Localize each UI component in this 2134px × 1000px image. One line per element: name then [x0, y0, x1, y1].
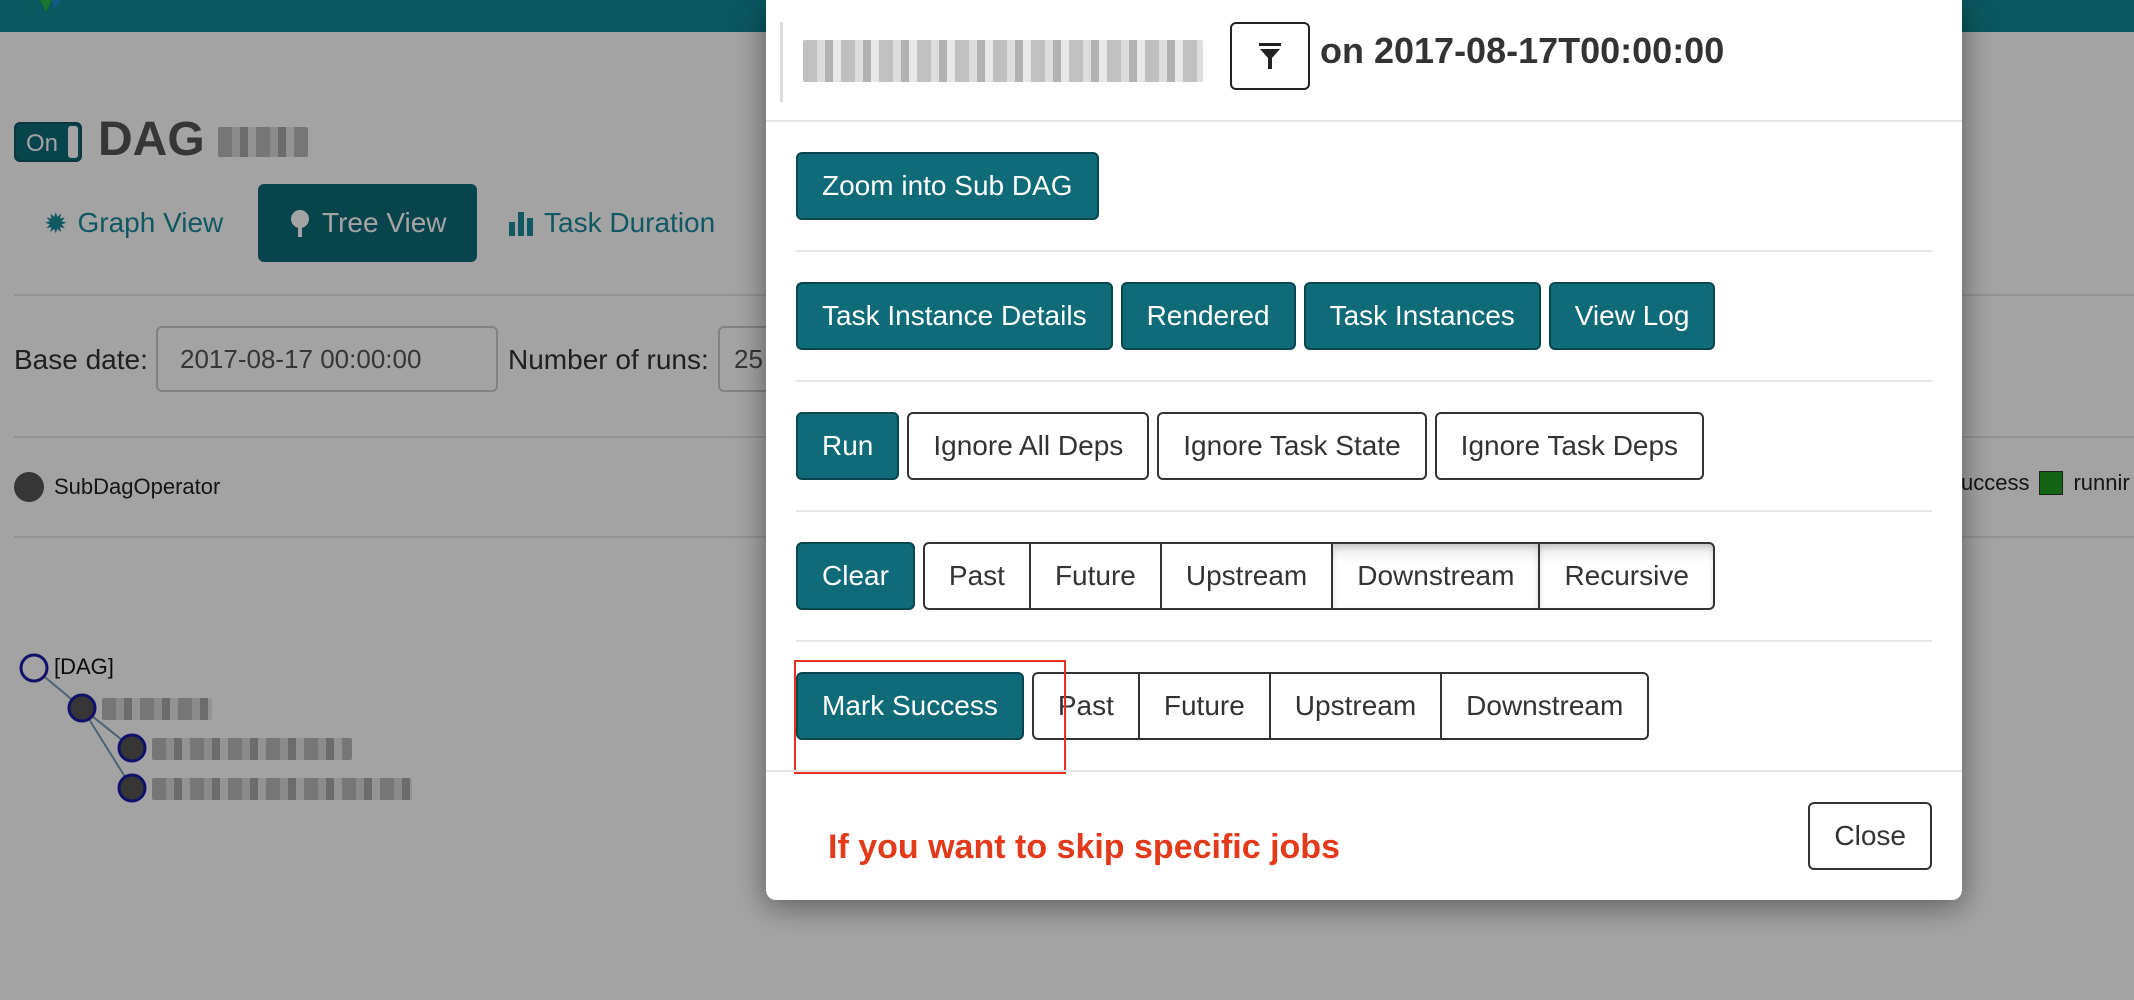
mark-success-upstream-toggle[interactable]: Upstream	[1268, 672, 1443, 740]
execution-date-title: on 2017-08-17T00:00:00	[1320, 30, 1725, 71]
mark-success-downstream-toggle[interactable]: Downstream	[1440, 672, 1650, 740]
close-button[interactable]: Close	[1808, 802, 1932, 870]
clear-past-toggle[interactable]: Past	[922, 542, 1031, 610]
zoom-into-subdag-button[interactable]: Zoom into Sub DAG	[796, 152, 1099, 220]
clear-options-group: Past Future Upstream Downstream Recursiv…	[922, 542, 1715, 610]
ignore-all-deps-toggle[interactable]: Ignore All Deps	[907, 412, 1150, 480]
zoom-row: Zoom into Sub DAG	[796, 152, 1099, 220]
filter-button[interactable]	[1230, 22, 1310, 90]
clear-upstream-toggle[interactable]: Upstream	[1159, 542, 1334, 610]
view-log-button[interactable]: View Log	[1548, 282, 1716, 350]
ignore-task-deps-toggle[interactable]: Ignore Task Deps	[1434, 412, 1705, 480]
clear-downstream-toggle[interactable]: Downstream	[1331, 542, 1541, 610]
mark-success-row: Mark Success Past Future Upstream Downst…	[794, 660, 1650, 774]
mark-success-button[interactable]: Mark Success	[796, 672, 1024, 740]
info-buttons-row: Task Instance Details Rendered Task Inst…	[796, 282, 1716, 350]
redacted-task-id	[803, 40, 1203, 82]
run-button[interactable]: Run	[796, 412, 900, 480]
rendered-button[interactable]: Rendered	[1120, 282, 1296, 350]
modal-header: on 2017-08-17T00:00:00	[766, 0, 1962, 122]
ignore-task-state-toggle[interactable]: Ignore Task State	[1157, 412, 1427, 480]
divider	[796, 380, 1932, 382]
annotation-note: If you want to skip specific jobs	[828, 828, 1340, 866]
divider	[796, 250, 1932, 252]
task-id-title	[780, 22, 1223, 102]
filter-icon	[1259, 43, 1281, 69]
task-actions-modal: on 2017-08-17T00:00:00 Zoom into Sub DAG…	[766, 0, 1962, 900]
modal-footer: If you want to skip specific jobs Close	[766, 770, 1962, 902]
task-instances-button[interactable]: Task Instances	[1303, 282, 1541, 350]
clear-button[interactable]: Clear	[796, 542, 915, 610]
divider	[796, 510, 1932, 512]
task-instance-details-button[interactable]: Task Instance Details	[796, 282, 1113, 350]
clear-future-toggle[interactable]: Future	[1028, 542, 1162, 610]
divider	[796, 640, 1932, 642]
mark-success-past-toggle[interactable]: Past	[1031, 672, 1140, 740]
run-row: Run Ignore All Deps Ignore Task State Ig…	[796, 412, 1705, 480]
clear-row: Clear Past Future Upstream Downstream Re…	[796, 542, 1715, 610]
clear-recursive-toggle[interactable]: Recursive	[1538, 542, 1715, 610]
mark-success-future-toggle[interactable]: Future	[1137, 672, 1271, 740]
mark-success-options-group: Past Future Upstream Downstream	[1031, 672, 1650, 740]
